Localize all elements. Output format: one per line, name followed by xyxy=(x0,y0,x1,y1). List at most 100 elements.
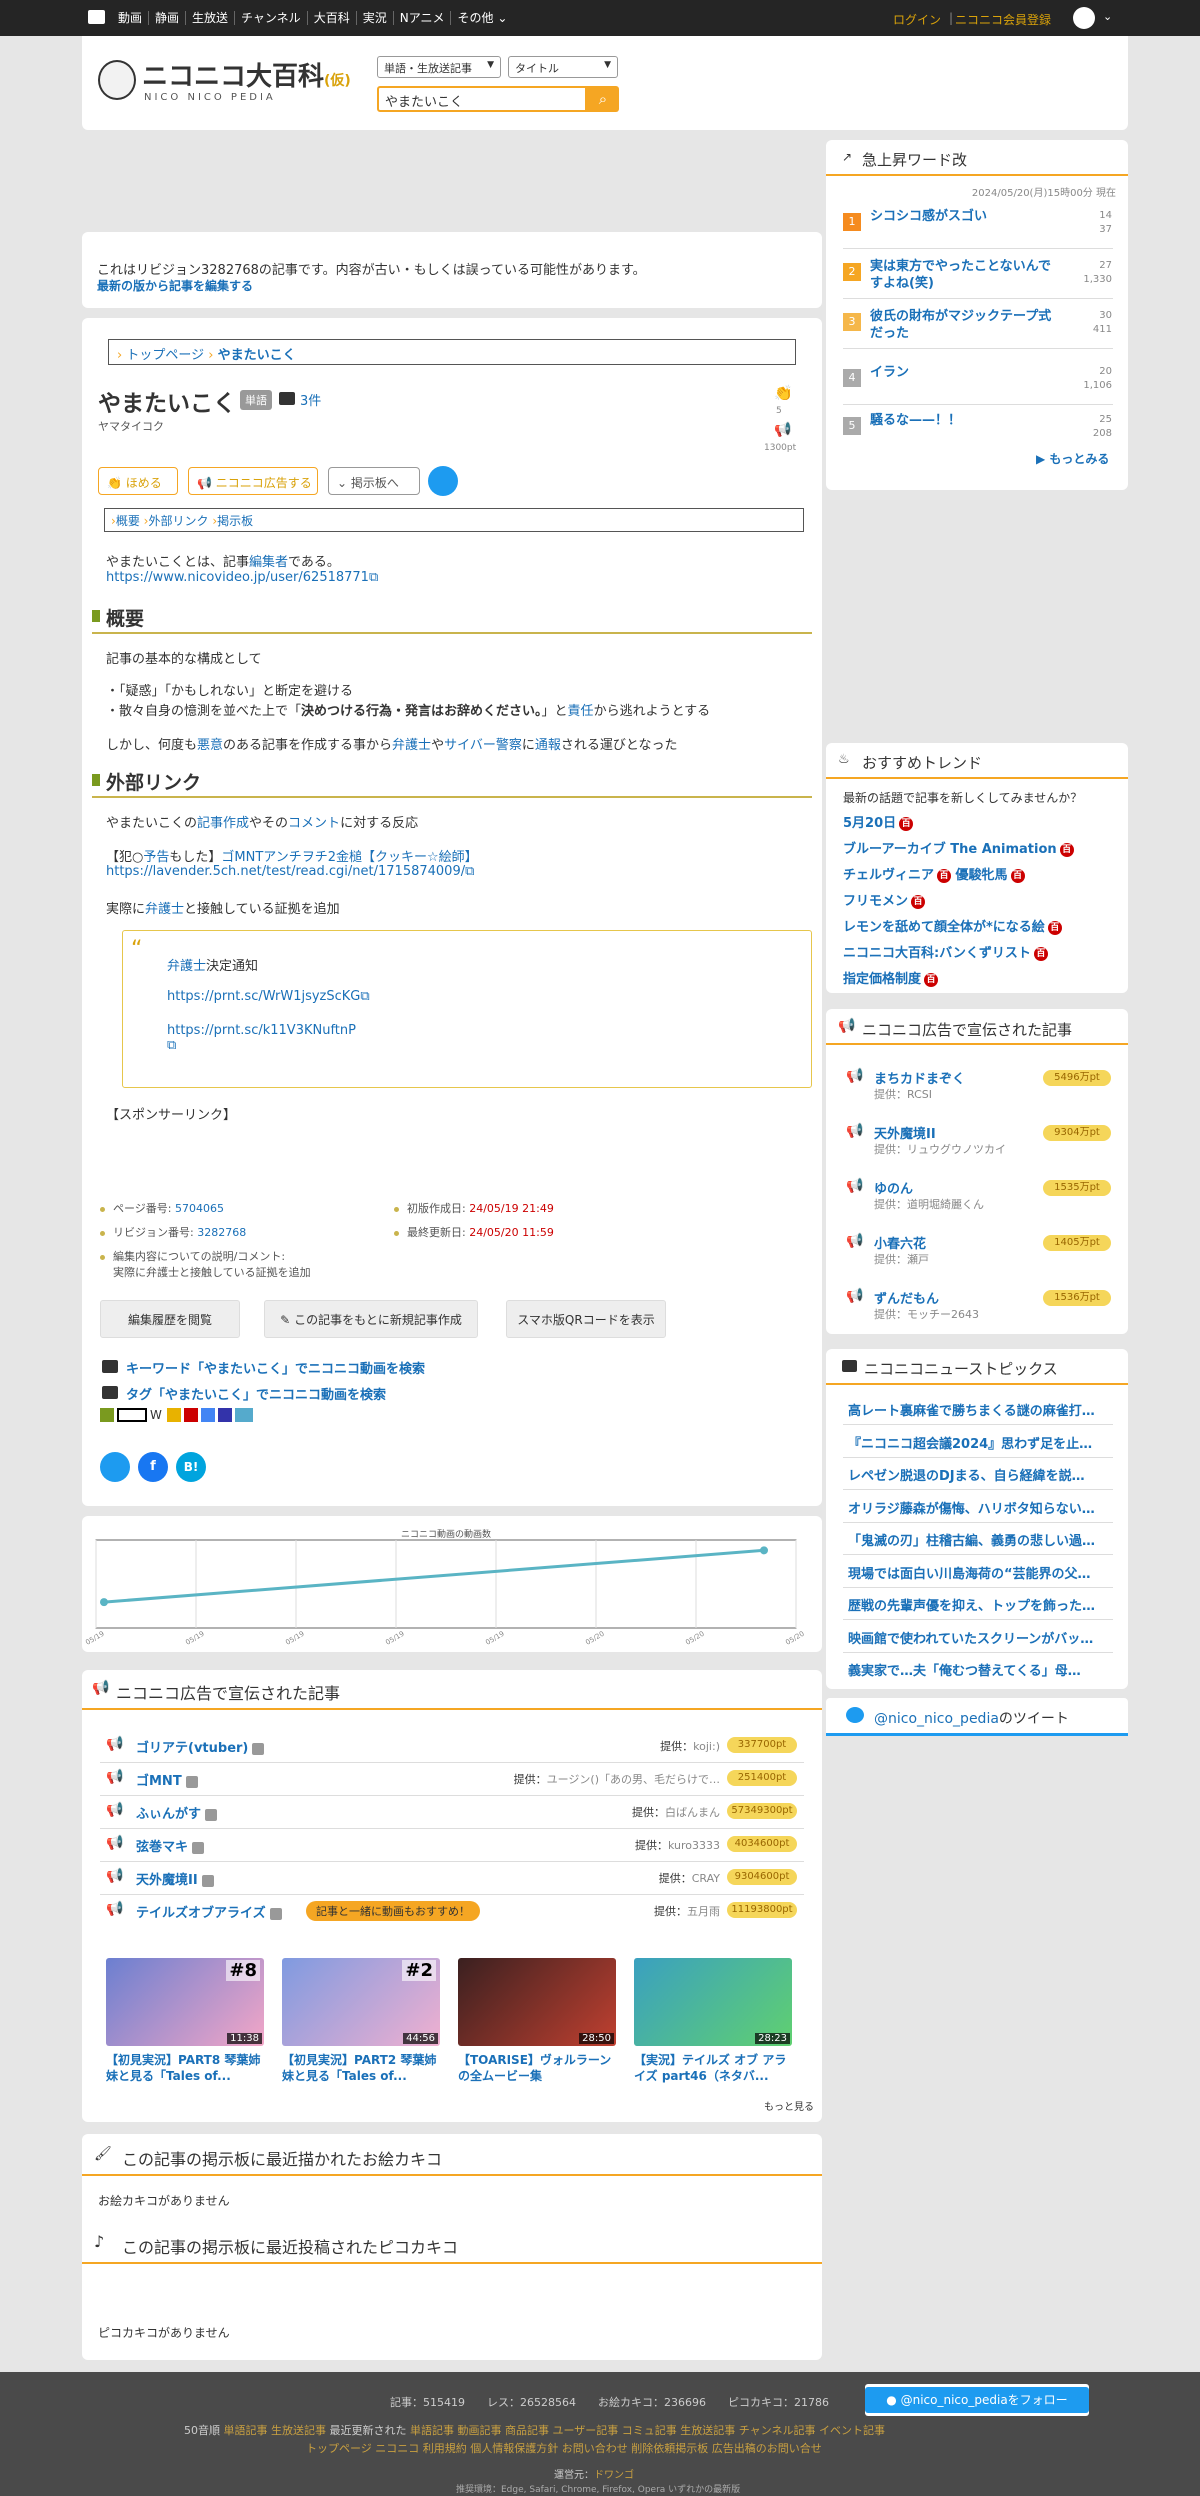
operator-link[interactable]: ドワンゴ xyxy=(594,2470,634,2481)
inline-link[interactable]: 責任 xyxy=(568,704,594,719)
user-url-link[interactable]: https://www.nicovideo.jp/user/62518771⧉ xyxy=(106,570,378,585)
hatena-bookmark-icon[interactable]: B! xyxy=(176,1452,206,1482)
footer-link[interactable]: 生放送記事 xyxy=(271,2424,326,2437)
footer-link[interactable]: 利用規約 xyxy=(423,2442,467,2455)
search-tag-link[interactable]: タグ「やまたいこく」でニコニコ動画を検索 xyxy=(126,1384,386,1403)
sidebar-ad-title[interactable]: 天外魔境II xyxy=(874,1123,936,1142)
rising-word-link[interactable]: イラン xyxy=(870,364,1060,381)
register-link[interactable]: ニコニコ会員登録 xyxy=(955,11,1051,28)
breadcrumb-current[interactable]: やまたいこく xyxy=(218,348,296,363)
wikipedia-icon[interactable]: W xyxy=(150,1408,164,1422)
nicoad-button[interactable]: 📢 ニコニコ広告する xyxy=(188,467,318,495)
ad-article-link[interactable]: 弦巻マキ xyxy=(136,1836,205,1855)
footer-link[interactable]: 動画記事 xyxy=(458,2424,502,2437)
thread-url-link[interactable]: https://lavender.5ch.net/test/read.cgi/n… xyxy=(106,864,474,879)
trend-item[interactable]: チェルヴィニア百 優駿牝馬百 xyxy=(843,864,1025,883)
inline-link[interactable]: 弁護士 xyxy=(167,959,206,974)
footer-link[interactable]: イベント記事 xyxy=(819,2424,885,2437)
editor-link[interactable]: 編集者 xyxy=(249,555,288,570)
sidebar-ad-title[interactable]: 小春六花 xyxy=(874,1233,926,1252)
video-title-link[interactable]: 【初見実況】PART8 琴葉姉妹と見る「Tales of... xyxy=(106,2052,264,2084)
trend-item[interactable]: 指定価格制度百 xyxy=(843,968,939,987)
video-thumbnail[interactable]: 28:23 xyxy=(634,1958,792,2046)
toc-item-overview[interactable]: 概要 xyxy=(116,514,140,528)
nav-douga[interactable]: 動画 xyxy=(112,11,150,25)
new-article-button[interactable]: ✎ この記事をもとに新規記事作成 xyxy=(264,1300,478,1338)
nav-jikkyo[interactable]: 実況 xyxy=(357,11,394,25)
video-thumbnail[interactable]: #8 11:38 xyxy=(106,1958,264,2046)
rising-title[interactable]: 急上昇ワード改 xyxy=(862,149,967,170)
cube-icon[interactable] xyxy=(235,1408,253,1422)
inline-link[interactable]: サイバー警察 xyxy=(444,738,522,753)
category-select[interactable]: 単語・生放送記事 ▼ xyxy=(377,56,501,78)
search-input[interactable]: やまたいこく xyxy=(377,86,587,112)
dic-icon[interactable] xyxy=(218,1408,232,1422)
twitter-share-icon[interactable] xyxy=(428,466,458,496)
footer-link[interactable]: お問い合わせ xyxy=(562,2442,628,2455)
trend-item[interactable]: レモンを舐めて顔全体が*になる絵百 xyxy=(843,916,1062,935)
twitter-handle-link[interactable]: @nico_nico_pedia xyxy=(874,1711,999,1727)
inline-link[interactable]: 悪意 xyxy=(197,738,223,753)
trend-item[interactable]: フリモメン百 xyxy=(843,890,926,909)
toc-item-links[interactable]: 外部リンク xyxy=(148,514,208,528)
video-title-link[interactable]: 【TOARISE】ヴォルラーンの全ムービー集 xyxy=(458,2052,616,2084)
praise-button[interactable]: 👏 ほめる xyxy=(98,467,178,495)
rising-word-link[interactable]: 騒るな——！！ xyxy=(870,412,1060,429)
board-button[interactable]: ⌄ 掲示板へ xyxy=(328,467,420,495)
trend-item[interactable]: ニコニコ大百科:バンくずリスト百 xyxy=(843,942,1048,961)
chevron-down-icon[interactable]: ⌄ xyxy=(1103,10,1112,23)
footer-link[interactable]: 単語記事 xyxy=(410,2424,454,2437)
ad-article-link[interactable]: テイルズオブアライズ xyxy=(136,1902,282,1921)
inline-link[interactable]: 通報 xyxy=(535,738,561,753)
ad-article-link[interactable]: ふぃんがす xyxy=(136,1803,218,1822)
nav-dic[interactable]: 大百科 xyxy=(308,11,357,25)
niconico-tv-icon[interactable] xyxy=(88,10,105,24)
rising-more-link[interactable]: ▶ もっとみる xyxy=(1036,450,1109,467)
twitter-share-icon[interactable] xyxy=(100,1452,130,1482)
footer-link[interactable]: ニコニコ xyxy=(375,2442,419,2455)
inline-link[interactable]: 弁護士 xyxy=(392,738,431,753)
more-link[interactable]: もっと見る xyxy=(764,2098,814,2113)
yahoo-icon[interactable] xyxy=(184,1408,198,1422)
cd-icon[interactable] xyxy=(117,1408,147,1422)
nav-seiga[interactable]: 静画 xyxy=(149,11,187,25)
proof-url-link[interactable]: https://prnt.sc/k11V3KNuftnP ⧉ xyxy=(167,1023,387,1053)
footer-link[interactable]: 商品記事 xyxy=(505,2424,549,2437)
news-item-link[interactable]: 歴戦の先輩声優を抑え、トップを飾った… xyxy=(848,1595,1118,1614)
news-item-link[interactable]: 現場では面白い川島海荷の“芸能界の父… xyxy=(848,1563,1118,1582)
news-item-link[interactable]: 高レート裏麻雀で勝ちまくる謎の麻雀打… xyxy=(848,1400,1118,1419)
news-item-link[interactable]: 『ニコニコ超会議2024』思わず足を止… xyxy=(848,1433,1118,1452)
ad-article-link[interactable]: 天外魔境II xyxy=(136,1869,214,1888)
footer-link[interactable]: チャンネル記事 xyxy=(739,2424,816,2437)
footer-link[interactable]: 単語記事 xyxy=(224,2424,268,2437)
nav-live[interactable]: 生放送 xyxy=(186,11,236,25)
nav-channel[interactable]: チャンネル xyxy=(235,11,308,25)
inline-link[interactable]: 予告 xyxy=(143,850,169,865)
login-link[interactable]: ログイン xyxy=(893,11,941,28)
news-item-link[interactable]: 「鬼滅の刃」柱稽古編、義勇の悲しい過… xyxy=(848,1530,1118,1549)
video-thumbnail[interactable]: 28:50 xyxy=(458,1958,616,2046)
twitter-follow-button[interactable]: ● @nico_nico_pediaをフォロー xyxy=(865,2387,1089,2413)
breadcrumb-top[interactable]: トップページ xyxy=(126,348,204,363)
rising-word-link[interactable]: シコシコ感がスゴい xyxy=(870,208,1060,225)
sidebar-ad-title[interactable]: ゆのん xyxy=(874,1178,913,1197)
news-item-link[interactable]: 義実家で…夫「俺むつ替えてくる」母… xyxy=(848,1660,1118,1679)
hatena-icon[interactable] xyxy=(100,1408,114,1422)
footer-link[interactable]: コミュ記事 xyxy=(622,2424,677,2437)
footer-link[interactable]: トップページ xyxy=(306,2442,372,2455)
inline-link[interactable]: 弁護士 xyxy=(145,902,184,917)
qr-button[interactable]: スマホ版QRコードを表示 xyxy=(506,1300,666,1338)
ad-article-link[interactable]: ゴリアテ(vtuber) xyxy=(136,1737,265,1756)
inline-link[interactable]: ゴMNTアンチヲチ2金槌【クッキー☆絵師】 xyxy=(221,850,477,865)
news-item-link[interactable]: 映画館で使われていたスクリーンがバッ… xyxy=(848,1628,1118,1647)
nav-more[interactable]: その他 ⌄ xyxy=(451,11,513,25)
inline-link[interactable]: 記事作成 xyxy=(197,816,249,831)
footer-link[interactable]: 生放送記事 xyxy=(680,2424,735,2437)
video-title-link[interactable]: 【実況】テイルズ オブ アライズ part46（ネタバ... xyxy=(634,2052,792,2084)
sidebar-ad-title[interactable]: ずんだもん xyxy=(874,1288,939,1307)
ad-article-link[interactable]: ゴMNT xyxy=(136,1770,198,1789)
search-keyword-link[interactable]: キーワード「やまたいこく」でニコニコ動画を検索 xyxy=(126,1358,425,1377)
rising-word-link[interactable]: 彼氏の財布がマジックテープ式だった xyxy=(870,308,1060,342)
footer-link[interactable]: ユーザー記事 xyxy=(553,2424,619,2437)
footer-link[interactable]: 削除依頼掲示板 xyxy=(631,2442,708,2455)
